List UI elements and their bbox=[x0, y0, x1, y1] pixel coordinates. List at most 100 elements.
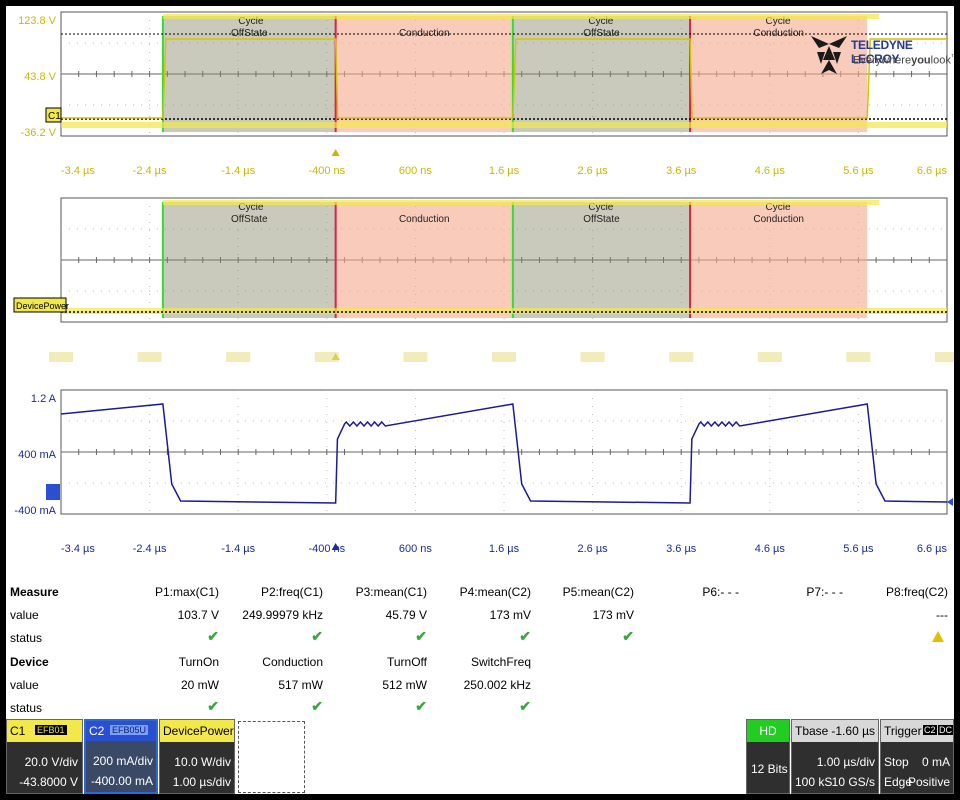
lecroy-logo-icon bbox=[811, 36, 847, 74]
time-axis-label: -2.4 µs bbox=[133, 165, 167, 177]
c1-name: C1 bbox=[10, 724, 26, 738]
measure-title: Measure bbox=[10, 585, 59, 599]
measure-value-label: value bbox=[10, 608, 39, 622]
measure-status-label: status bbox=[10, 631, 43, 645]
trigger-slope: Positive bbox=[907, 775, 950, 789]
p3-header[interactable]: P3:mean(C1) bbox=[356, 585, 427, 599]
c2-descriptor[interactable]: C2 EFB05U 200 mA/div -400.00 mA bbox=[84, 719, 158, 794]
trigger-pos-marker bbox=[331, 149, 340, 156]
c1-offset: -43.8000 V bbox=[19, 775, 78, 789]
highlight-band-top bbox=[162, 14, 880, 19]
p2-value: 249.99979 kHz bbox=[242, 608, 323, 622]
region-label: OffState bbox=[583, 214, 620, 225]
highlight-band-bottom bbox=[61, 122, 947, 128]
timebase-descriptor[interactable]: Tbase -1.60 µs 1.00 µs/div 100 kS 10 GS/… bbox=[791, 719, 879, 794]
highlight-band-top bbox=[162, 200, 880, 205]
c2-offset: -400.00 mA bbox=[90, 774, 153, 788]
time-axis-label: 1.6 µs bbox=[489, 543, 520, 555]
tbase-delay: -1.60 µs bbox=[831, 724, 875, 738]
time-axis-label: 6.6 µs bbox=[917, 543, 948, 555]
p5-value: 173 mV bbox=[592, 608, 634, 622]
c2-trigger-level-marker bbox=[947, 498, 953, 506]
device-title: Device bbox=[10, 655, 49, 669]
region-label: OffState bbox=[231, 214, 268, 225]
p1-header[interactable]: P1:max(C1) bbox=[155, 585, 219, 599]
faded-time-label bbox=[403, 352, 428, 362]
tagline-post: look bbox=[930, 54, 951, 67]
faded-time-label bbox=[137, 352, 162, 362]
device-value-label: value bbox=[10, 678, 39, 692]
device-header-turnoff: TurnOff bbox=[386, 655, 427, 669]
c1-marker-label: C1 bbox=[48, 111, 61, 122]
p3-value: 45.79 V bbox=[385, 608, 427, 622]
y-label-top: 123.8 V bbox=[18, 15, 57, 27]
faded-time-label bbox=[935, 352, 954, 362]
highlight-band-bottom bbox=[61, 308, 947, 314]
p8-status-warning-icon bbox=[932, 631, 944, 642]
device-power-panel: CycleOffState ConductionCycleOffStateCycl… bbox=[13, 197, 954, 362]
tbase-samples: 100 kS bbox=[795, 775, 833, 789]
faded-time-label bbox=[314, 352, 339, 362]
device-header-switchfreq: SwitchFreq bbox=[470, 655, 531, 669]
p4-header[interactable]: P4:mean(C2) bbox=[460, 585, 531, 599]
bit-depth: 12 Bits bbox=[751, 762, 788, 776]
c1-vdiv: 20.0 V/div bbox=[24, 755, 78, 769]
dp-offset: 1.00 µs/div bbox=[172, 775, 231, 789]
hd-badge: HD bbox=[747, 720, 789, 742]
time-axis-label: 3.6 µs bbox=[666, 165, 697, 177]
device-header-conduction: Conduction bbox=[262, 655, 323, 669]
trigger-mode: Stop bbox=[884, 755, 909, 769]
time-axis-label: -400 ns bbox=[308, 165, 345, 177]
dp-name: DevicePower bbox=[163, 724, 234, 738]
faded-time-label bbox=[669, 352, 694, 362]
p5-header[interactable]: P5:mean(C2) bbox=[563, 585, 634, 599]
time-axis-label: -1.4 µs bbox=[221, 165, 255, 177]
device-status-label: status bbox=[10, 701, 43, 715]
p5-status-check-icon: ✔ bbox=[622, 628, 634, 644]
bottom-status-bar: C1 EFB01 20.0 V/div -43.8000 V C2 EFB05U… bbox=[6, 719, 954, 794]
device-value-turnon: 20 mW bbox=[180, 678, 219, 692]
faded-time-label bbox=[49, 352, 73, 362]
y-label-bottom: -36.2 V bbox=[21, 127, 57, 139]
time-axis-label: 6.6 µs bbox=[917, 165, 948, 177]
time-axis-label: 2.6 µs bbox=[578, 165, 609, 177]
p6-header[interactable]: P6:- - - bbox=[702, 585, 739, 599]
region-label: Conduction bbox=[399, 214, 450, 225]
time-axis-label: 600 ns bbox=[399, 165, 433, 177]
p4-value: 173 mV bbox=[489, 608, 531, 622]
empty-channel-slot[interactable] bbox=[238, 721, 305, 793]
device-switchfreq-check-icon: ✔ bbox=[519, 698, 531, 714]
tbase-tdiv: 1.00 µs/div bbox=[816, 755, 875, 769]
time-axis-label: -1.4 µs bbox=[221, 543, 255, 555]
p1-value: 103.7 V bbox=[177, 608, 219, 622]
p1-status-check-icon: ✔ bbox=[207, 628, 219, 644]
p2-header[interactable]: P2:freq(C1) bbox=[261, 585, 323, 599]
tagline-bold: you bbox=[911, 54, 931, 67]
time-axis-label: 5.6 µs bbox=[843, 543, 874, 555]
p7-header[interactable]: P7:- - - bbox=[806, 585, 843, 599]
y-label-bottom: -400 mA bbox=[14, 505, 56, 517]
trigger-descriptor[interactable]: Trigger C2 DC Stop 0 mA Edge Positive bbox=[880, 719, 954, 794]
region-label: Conduction bbox=[753, 214, 804, 225]
p3-status-check-icon: ✔ bbox=[415, 628, 427, 644]
teledyne-lecroy-logo: TELEDYNE LECROY Everywhereyoulook™ bbox=[809, 30, 954, 82]
c1-descriptor[interactable]: C1 EFB01 20.0 V/div -43.8000 V bbox=[6, 719, 83, 794]
acquisition-descriptor[interactable]: HD 12 Bits bbox=[746, 719, 790, 794]
tbase-rate: 10 GS/s bbox=[831, 775, 875, 789]
device-value-switchfreq: 250.002 kHz bbox=[463, 678, 531, 692]
scope-screen: Cycle OffState Conduction Cycle OffState Cycl… bbox=[6, 6, 954, 794]
y-label-mid: 43.8 V bbox=[24, 71, 56, 83]
device-header-turnon: TurnOn bbox=[178, 655, 219, 669]
c2-current-panel: 1.2 A 400 mA -400 mA -3.4 µs -2.4 µs -1.4 µs -… bbox=[14, 389, 953, 555]
device-value-conduction: 517 mW bbox=[278, 678, 323, 692]
c2-name: C2 bbox=[89, 724, 105, 738]
c2-tag: EFB05U bbox=[110, 725, 149, 735]
time-axis-label: -2.4 µs bbox=[133, 543, 167, 555]
trigger-coupling: DC bbox=[938, 725, 953, 735]
c2-vdiv: 200 mA/div bbox=[92, 754, 153, 768]
devicepower-descriptor[interactable]: DevicePower 10.0 W/div 1.00 µs/div bbox=[159, 719, 235, 794]
time-axis-label: -400 ns bbox=[308, 543, 345, 555]
p8-header[interactable]: P8:freq(C2) bbox=[886, 585, 948, 599]
time-axis-label: 2.6 µs bbox=[578, 543, 609, 555]
trigger-channel: C2 bbox=[923, 725, 937, 735]
